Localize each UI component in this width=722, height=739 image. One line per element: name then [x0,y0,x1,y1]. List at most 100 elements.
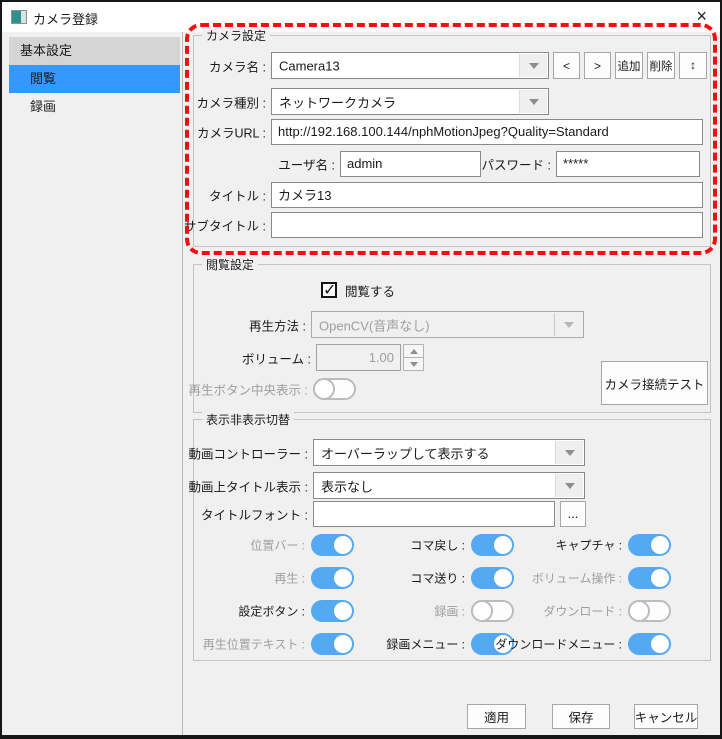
toggle-cell-download: ダウンロード : [514,600,671,622]
record-label: 録画 : [434,603,465,620]
toggle-cell-record-menu: 録画メニュー : [354,633,514,655]
play-button-center-toggle[interactable] [313,378,356,400]
delete-camera-button[interactable]: 削除 [647,52,675,79]
toggle-cell-capture: キャプチャ : [514,534,671,556]
capture-toggle[interactable] [628,534,671,556]
volume-control-toggle[interactable] [628,567,671,589]
username-input[interactable] [340,151,481,177]
video-controller-value: オーバーラップして表示する [321,443,489,462]
chevron-down-icon [555,441,583,464]
add-camera-button[interactable]: 追加 [615,52,643,79]
window-title: カメラ登録 [33,9,98,28]
frame-forward-toggle[interactable] [471,567,514,589]
toggle-cell-play-position-text: 再生位置テキスト : [194,633,354,655]
toggle-cell-frame-back: コマ戻し : [354,534,514,556]
frame-back-toggle[interactable] [471,534,514,556]
apply-button[interactable]: 適用 [467,704,526,729]
toggle-cell-frame-forward: コマ送り : [354,567,514,589]
camera-type-label: カメラ種別 : [197,92,266,111]
record-toggle[interactable] [471,600,514,622]
window-icon [11,10,27,24]
subtitle-label: サブタイトル : [184,215,266,234]
volume-spinner [403,344,424,371]
record-menu-label: 録画メニュー : [386,636,465,653]
prev-camera-button[interactable]: < [553,52,580,79]
volume-input [316,344,401,371]
chevron-down-icon [519,54,547,77]
title-label: タイトル : [209,185,266,204]
playback-method-select: OpenCV(音声なし) [311,311,584,338]
sidebar-item-view[interactable]: 閲覧 [9,65,180,93]
frame-forward-label: コマ送り : [410,570,465,587]
settings-button-toggle[interactable] [311,600,354,622]
camera-type-select[interactable]: ネットワークカメラ [271,88,549,115]
camera-name-value: Camera13 [279,58,340,73]
toggle-cell-play: 再生 : [194,567,354,589]
video-title-display-label: 動画上タイトル表示 : [189,476,308,495]
video-controller-label: 動画コントローラー : [189,443,308,462]
position-bar-toggle[interactable] [311,534,354,556]
sidebar-separator [182,32,183,737]
camera-settings-group: カメラ設定 カメラ名 : Camera13 < > 追加 削除 ↕ カメラ種別 … [193,35,711,247]
playback-method-label: 再生方法 : [249,315,306,334]
download-menu-toggle[interactable] [628,633,671,655]
chevron-down-icon [519,90,547,113]
save-button[interactable]: 保存 [552,704,610,729]
camera-url-label: カメラURL : [197,122,266,141]
title-font-input[interactable] [313,501,555,527]
cancel-button[interactable]: キャンセル [634,704,698,729]
download-menu-label: ダウンロードメニュー : [495,636,622,653]
subtitle-input[interactable] [271,212,703,238]
camera-registration-dialog: カメラ登録 × 基本設定 閲覧 録画 カメラ設定 カメラ名 : Camera13… [0,0,722,739]
camera-type-value: ネットワークカメラ [279,92,396,111]
camera-connection-test-button[interactable]: カメラ接続テスト [601,361,708,405]
download-label: ダウンロード : [543,603,622,620]
toggle-cell-volume-control: ボリューム操作 : [514,567,671,589]
password-input[interactable] [556,151,700,177]
toggle-cell-record: 録画 : [354,600,514,622]
title-input[interactable] [271,182,703,208]
visibility-toggle-grid: 位置バー : コマ戻し : キャプチャ : 再生 : コマ送り : ボリューム操… [194,534,671,655]
play-position-text-toggle[interactable] [311,633,354,655]
volume-label: ボリューム : [242,348,311,367]
toggle-cell-position-bar: 位置バー : [194,534,354,556]
play-label: 再生 : [274,570,305,587]
capture-label: キャプチャ : [555,537,622,554]
spinner-up-icon[interactable] [403,344,424,358]
chevron-down-icon [554,313,582,336]
view-enable-checkbox[interactable] [321,282,337,298]
sidebar-item-record[interactable]: 録画 [9,93,180,121]
next-camera-button[interactable]: > [584,52,611,79]
play-position-text-label: 再生位置テキスト : [203,636,305,653]
view-settings-legend: 閲覧設定 [202,256,258,273]
play-toggle[interactable] [311,567,354,589]
username-label: ユーザ名 : [278,154,335,173]
password-label: パスワード : [482,154,551,173]
view-settings-group: 閲覧設定 閲覧する 再生方法 : OpenCV(音声なし) ボリューム : 再生… [193,264,711,413]
camera-name-label: カメラ名 : [209,56,266,75]
frame-back-label: コマ戻し : [410,537,465,554]
toggle-cell-settings-button: 設定ボタン : [194,600,354,622]
spinner-down-icon[interactable] [403,357,424,371]
play-button-center-label: 再生ボタン中央表示 : [189,380,308,399]
reorder-camera-button[interactable]: ↕ [679,52,707,79]
visibility-settings-group: 表示非表示切替 動画コントローラー : オーバーラップして表示する 動画上タイト… [193,419,711,661]
camera-url-input[interactable] [271,119,703,145]
title-font-browse-button[interactable]: ... [560,501,586,527]
playback-method-value: OpenCV(音声なし) [319,315,430,334]
close-icon[interactable]: × [696,5,707,27]
camera-settings-legend: カメラ設定 [202,27,270,44]
chevron-down-icon [555,474,583,497]
download-toggle[interactable] [628,600,671,622]
view-enable-label: 閲覧する [345,281,395,300]
video-title-display-select[interactable]: 表示なし [313,472,585,499]
video-controller-select[interactable]: オーバーラップして表示する [313,439,585,466]
camera-name-select[interactable]: Camera13 [271,52,549,79]
sidebar-item-basic-settings[interactable]: 基本設定 [9,37,180,65]
settings-button-label: 設定ボタン : [238,603,305,620]
title-font-label: タイトルフォント : [201,504,308,523]
title-bar: カメラ登録 × [2,2,720,32]
position-bar-label: 位置バー : [250,537,305,554]
video-title-display-value: 表示なし [321,476,373,495]
volume-control-label: ボリューム操作 : [532,570,622,587]
